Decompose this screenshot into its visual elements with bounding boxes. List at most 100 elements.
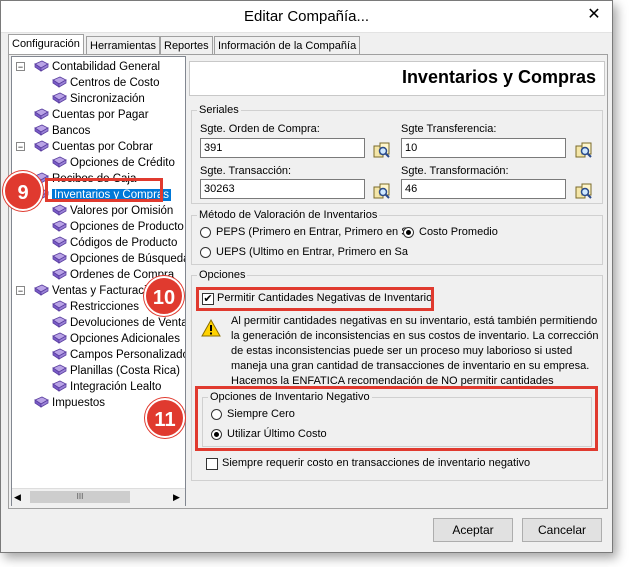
tree-item[interactable]: Opciones de Búsqueda bbox=[12, 251, 186, 267]
seriales-legend: Seriales bbox=[199, 104, 239, 116]
book-icon bbox=[52, 252, 67, 264]
tree-item[interactable]: Códigos de Producto bbox=[12, 235, 184, 251]
tree-item-label: Planillas (Costa Rica) bbox=[70, 365, 180, 377]
tree-item-label: Opciones de Búsqueda bbox=[70, 253, 186, 265]
book-icon bbox=[52, 236, 67, 248]
warning-line: Al permitir cantidades negativas en su i… bbox=[231, 315, 598, 327]
scroll-left-arrow[interactable]: ◀ bbox=[14, 492, 21, 503]
tab-reportes[interactable]: Reportes bbox=[160, 36, 213, 54]
book-icon bbox=[52, 380, 67, 392]
annotation-box-10 bbox=[196, 287, 434, 311]
tree-item-label: Opciones Adicionales bbox=[70, 333, 180, 345]
close-icon[interactable]: ✕ bbox=[582, 5, 606, 27]
tree-item[interactable]: Opciones de Crédito bbox=[12, 155, 184, 171]
transferencia-label: Sgte Transferencia: bbox=[401, 123, 497, 135]
tree-item[interactable]: − Cuentas por Cobrar bbox=[12, 139, 184, 155]
tree-item[interactable]: Centros de Costo bbox=[12, 75, 184, 91]
book-icon bbox=[34, 284, 49, 296]
tab-configuracion[interactable]: Configuración bbox=[8, 34, 84, 55]
annotation-badge-10: 10 bbox=[144, 276, 184, 316]
costo-promedio-label: Costo Promedio bbox=[419, 226, 498, 238]
cancel-button[interactable]: Cancelar bbox=[522, 518, 602, 542]
tree-item[interactable]: Opciones Adicionales bbox=[12, 331, 184, 347]
accept-button[interactable]: Aceptar bbox=[433, 518, 513, 542]
costo-promedio-radio[interactable] bbox=[403, 227, 414, 238]
transformacion-label: Sgte. Transformación: bbox=[401, 165, 509, 177]
book-icon bbox=[34, 108, 49, 120]
tree-item[interactable]: Bancos bbox=[12, 123, 184, 139]
annotation-badge-9: 9 bbox=[3, 171, 43, 211]
tree-item-label: Cuentas por Cobrar bbox=[52, 141, 153, 153]
tree-item[interactable]: Devoluciones de Venta bbox=[12, 315, 186, 331]
tree-horizontal-scrollbar[interactable]: ◀ III ▶ bbox=[12, 488, 185, 506]
book-icon bbox=[52, 204, 67, 216]
tree-item[interactable]: − Contabilidad General bbox=[12, 59, 184, 75]
edit-company-dialog: Editar Compañía... ✕ Configuración Herra… bbox=[0, 0, 613, 553]
tree-collapse-icon[interactable]: − bbox=[16, 142, 25, 152]
book-icon bbox=[52, 316, 67, 328]
transformacion-input[interactable]: 46 bbox=[401, 179, 566, 199]
lookup-icon[interactable] bbox=[574, 181, 594, 201]
tree-item[interactable]: Integración Lealto bbox=[12, 379, 184, 395]
scroll-right-arrow[interactable]: ▶ bbox=[173, 492, 180, 503]
tab-herramientas[interactable]: Herramientas bbox=[86, 36, 161, 54]
orden-compra-label: Sgte. Orden de Compra: bbox=[200, 123, 320, 135]
tab-informacion-compania[interactable]: Información de la Compañía bbox=[214, 36, 361, 54]
requerir-costo-checkbox[interactable] bbox=[206, 458, 218, 470]
tree-item[interactable]: Opciones de Producto bbox=[12, 219, 184, 235]
tree-item[interactable]: Cuentas por Pagar bbox=[12, 107, 184, 123]
warning-line: la generación de inconsistencias en sus … bbox=[231, 330, 599, 342]
tree-item-label: Devoluciones de Venta bbox=[70, 317, 186, 329]
tree-item-label: Cuentas por Pagar bbox=[52, 109, 149, 121]
ueps-radio[interactable] bbox=[200, 247, 211, 258]
transferencia-input[interactable]: 10 bbox=[401, 138, 566, 158]
lookup-icon[interactable] bbox=[372, 140, 392, 160]
orden-compra-input[interactable]: 391 bbox=[200, 138, 365, 158]
tree-item-label: Campos Personalizados bbox=[70, 349, 186, 361]
tree-item[interactable]: Campos Personalizados bbox=[12, 347, 186, 363]
scroll-thumb[interactable]: III bbox=[30, 491, 130, 503]
valoracion-legend: Método de Valoración de Inventarios bbox=[199, 209, 378, 221]
tree-item-label: Integración Lealto bbox=[70, 381, 162, 393]
book-icon bbox=[34, 124, 49, 136]
transaccion-label: Sgte. Transacción: bbox=[200, 165, 292, 177]
annotation-box-11 bbox=[195, 386, 598, 451]
title-bar: Editar Compañía... ✕ bbox=[1, 1, 612, 33]
tree-item-label: Impuestos bbox=[52, 397, 106, 409]
book-icon bbox=[52, 332, 67, 344]
book-icon bbox=[52, 92, 67, 104]
book-icon bbox=[52, 348, 67, 360]
warning-line: maneja una gran cantidad de transaccione… bbox=[231, 360, 590, 372]
tree-item-label: Valores por Omisión bbox=[70, 205, 174, 217]
warning-text: Al permitir cantidades negativas en su i… bbox=[231, 314, 599, 389]
tree-item[interactable]: Valores por Omisión bbox=[12, 203, 184, 219]
page-title: Inventarios y Compras bbox=[401, 67, 596, 87]
tree-collapse-icon[interactable]: − bbox=[16, 62, 25, 72]
book-icon bbox=[34, 396, 49, 408]
lookup-icon[interactable] bbox=[372, 181, 392, 201]
tree-item-label: Opciones de Crédito bbox=[70, 157, 175, 169]
requerir-costo-label: Siempre requerir costo en transacciones … bbox=[222, 457, 531, 469]
tree-item-label: Contabilidad General bbox=[52, 61, 161, 73]
warning-line: de estas inconsistencias puede ser un pr… bbox=[231, 345, 573, 357]
tree-item[interactable]: Sincronización bbox=[12, 91, 184, 107]
tree-item-label: Opciones de Producto bbox=[70, 221, 184, 233]
lookup-icon[interactable] bbox=[574, 140, 594, 160]
book-icon bbox=[52, 156, 67, 168]
book-icon bbox=[52, 268, 67, 280]
tree-collapse-icon[interactable]: − bbox=[16, 286, 25, 296]
book-icon bbox=[34, 140, 49, 152]
transaccion-input[interactable]: 30263 bbox=[200, 179, 365, 199]
warning-icon bbox=[201, 318, 221, 340]
peps-radio[interactable] bbox=[200, 227, 211, 238]
tree-item-label: Códigos de Producto bbox=[70, 237, 178, 249]
book-icon bbox=[52, 220, 67, 232]
tree-item-label: Sincronización bbox=[70, 93, 145, 105]
tree-list: − Contabilidad General Centros de Costo Sin… bbox=[12, 59, 186, 411]
book-icon bbox=[34, 60, 49, 72]
annotation-box-9 bbox=[45, 178, 163, 202]
book-icon bbox=[52, 364, 67, 376]
peps-label: PEPS (Primero en Entrar, Primero en S bbox=[216, 226, 409, 238]
tree-item[interactable]: Planillas (Costa Rica) bbox=[12, 363, 184, 379]
annotation-badge-11: 11 bbox=[145, 398, 185, 438]
